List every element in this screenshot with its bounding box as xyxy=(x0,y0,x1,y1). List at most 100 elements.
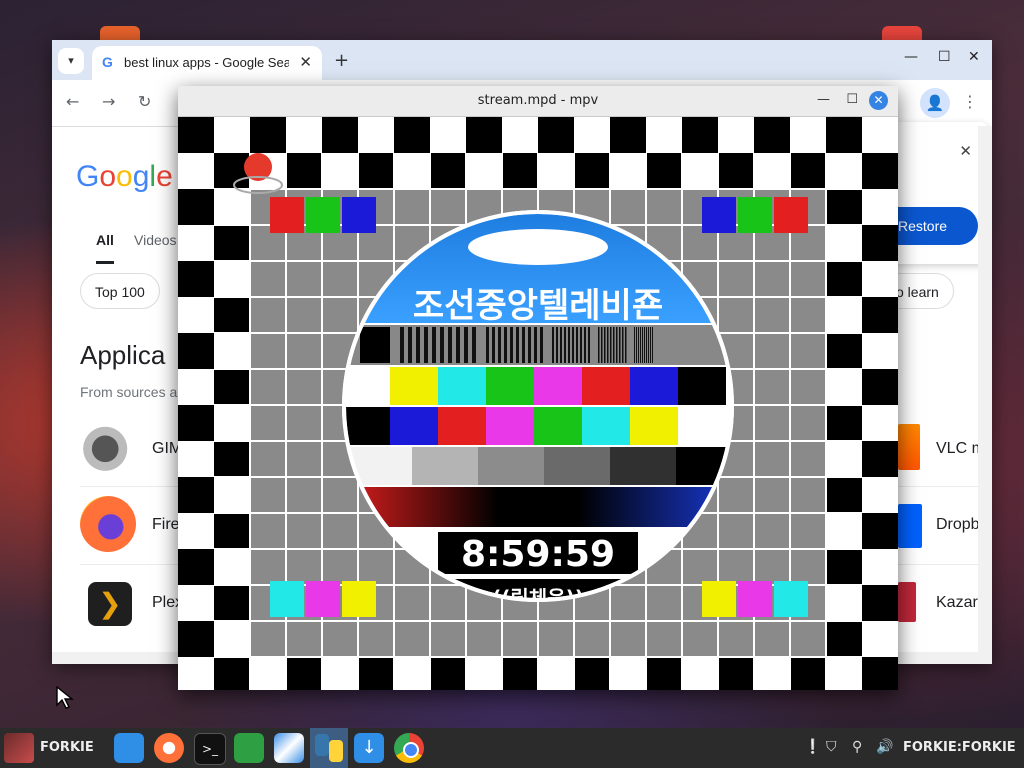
app-name[interactable]: Fire xyxy=(152,516,180,534)
chevron-down-icon[interactable]: ▾ xyxy=(58,48,84,74)
grid-cell xyxy=(791,622,825,656)
tab-search[interactable]: G best linux apps - Google Sea ✕ xyxy=(92,46,322,80)
grid-cell xyxy=(683,550,717,584)
checker-cell xyxy=(430,153,466,189)
taskbar: FORKIE >_ ↓ ❕ ⛉ ⚲ 🔊 FORKIE:FORKIE xyxy=(0,728,1024,768)
checker-cell xyxy=(574,117,610,153)
app-name[interactable]: Kazar xyxy=(936,594,978,612)
forward-arrow-icon[interactable]: → xyxy=(102,92,115,111)
gimp-icon[interactable] xyxy=(80,418,136,474)
corner-color-square xyxy=(306,197,340,233)
color-bar xyxy=(678,407,726,445)
color-bar xyxy=(486,407,534,445)
grid-cell xyxy=(251,370,285,404)
maximize-icon[interactable]: ☐ xyxy=(938,49,951,65)
notification-icon[interactable]: ❕ xyxy=(804,739,821,755)
color-bar xyxy=(346,407,390,445)
mpv-titlebar[interactable]: stream.mpd - mpv — ☐ ✕ xyxy=(178,86,898,117)
back-arrow-icon[interactable]: ← xyxy=(66,92,79,111)
user-label[interactable]: FORKIE:FORKIE xyxy=(903,740,1016,755)
reload-icon[interactable]: ↻ xyxy=(138,92,151,111)
volume-icon[interactable]: 🔊 xyxy=(876,739,893,755)
restore-button[interactable]: Restore xyxy=(888,207,978,245)
checker-cell xyxy=(466,153,502,189)
frequency-line xyxy=(610,327,612,363)
minimize-icon[interactable]: — xyxy=(904,49,918,65)
vertical-scrollbar[interactable] xyxy=(978,126,992,652)
frequency-line xyxy=(640,327,641,363)
checker-cell xyxy=(862,477,898,513)
dropbox-icon[interactable] xyxy=(898,504,922,548)
app-name[interactable]: Dropb xyxy=(936,516,980,534)
grid-cell xyxy=(755,298,789,332)
color-bar xyxy=(438,367,486,405)
downloader-icon[interactable]: ↓ xyxy=(354,733,384,763)
kazam-icon[interactable] xyxy=(898,582,916,622)
close-icon[interactable]: ✕ xyxy=(869,91,888,110)
checker-cell xyxy=(214,441,250,477)
filter-chip[interactable]: Top 100 xyxy=(80,273,160,309)
shield-icon[interactable]: ⛉ xyxy=(826,739,837,755)
network-app-icon[interactable] xyxy=(274,733,304,763)
vlc-icon[interactable] xyxy=(898,424,920,470)
minimize-icon[interactable]: — xyxy=(817,92,830,107)
firefox-icon[interactable] xyxy=(80,496,136,552)
chrome-icon[interactable] xyxy=(394,733,424,763)
section-heading: Applica xyxy=(80,340,166,370)
frequency-line xyxy=(522,327,525,363)
gray-step xyxy=(610,447,676,485)
frequency-line xyxy=(650,327,651,363)
corner-color-square xyxy=(702,581,736,617)
start-label[interactable]: FORKIE xyxy=(40,740,94,755)
network-icon[interactable]: ⚲ xyxy=(852,739,862,755)
list-divider xyxy=(898,564,978,565)
python-icon[interactable] xyxy=(310,728,348,768)
checker-cell xyxy=(862,441,898,477)
grid-cell xyxy=(251,514,285,548)
grid-cell xyxy=(755,442,789,476)
video-frame[interactable]: 조선중앙텔레비죤 8:59:59 ((립체음)) xyxy=(178,117,898,690)
terminal-icon[interactable]: >_ xyxy=(194,733,226,765)
close-icon[interactable]: ✕ xyxy=(959,142,972,160)
checker-cell xyxy=(754,153,790,189)
color-bar xyxy=(534,367,582,405)
grid-cell xyxy=(395,190,429,224)
close-icon[interactable]: ✕ xyxy=(968,49,980,65)
close-icon[interactable]: ✕ xyxy=(299,53,312,71)
kebab-menu-icon[interactable]: ⋮ xyxy=(962,92,978,111)
grid-cell xyxy=(251,298,285,332)
frequency-line xyxy=(534,327,537,363)
checker-cell xyxy=(682,117,718,153)
grid-cell xyxy=(287,406,321,440)
checker-cell xyxy=(826,477,862,513)
checker-cell xyxy=(862,549,898,585)
checker-cell xyxy=(826,117,862,153)
grid-cell xyxy=(791,406,825,440)
checker-cell xyxy=(178,261,214,297)
maximize-icon[interactable]: ☐ xyxy=(846,92,858,107)
plus-icon[interactable]: + xyxy=(334,50,349,71)
google-logo[interactable]: Google xyxy=(76,160,173,194)
tab-all[interactable]: All xyxy=(96,232,114,264)
grid-cell xyxy=(647,586,681,620)
start-menu-avatar[interactable] xyxy=(4,733,34,763)
checker-cell xyxy=(826,585,862,621)
tab-videos[interactable]: Videos xyxy=(134,232,177,248)
checker-cell xyxy=(286,117,322,153)
checker-cell xyxy=(826,441,862,477)
frequency-line xyxy=(472,327,476,363)
checker-cell xyxy=(394,153,430,189)
grid-cell xyxy=(323,622,357,656)
checker-cell xyxy=(754,117,790,153)
grid-cell xyxy=(755,550,789,584)
profile-avatar[interactable]: 👤 xyxy=(920,88,950,118)
checker-cell xyxy=(322,657,358,690)
color-bars-bottom xyxy=(346,407,726,445)
file-manager-icon[interactable] xyxy=(114,733,144,763)
plex-icon[interactable]: ❯ xyxy=(88,582,132,626)
security-shield-icon[interactable] xyxy=(234,733,264,763)
checker-cell xyxy=(646,657,682,690)
checker-cell xyxy=(214,225,250,261)
grid-cell xyxy=(755,262,789,296)
firefox-icon[interactable] xyxy=(154,733,184,763)
